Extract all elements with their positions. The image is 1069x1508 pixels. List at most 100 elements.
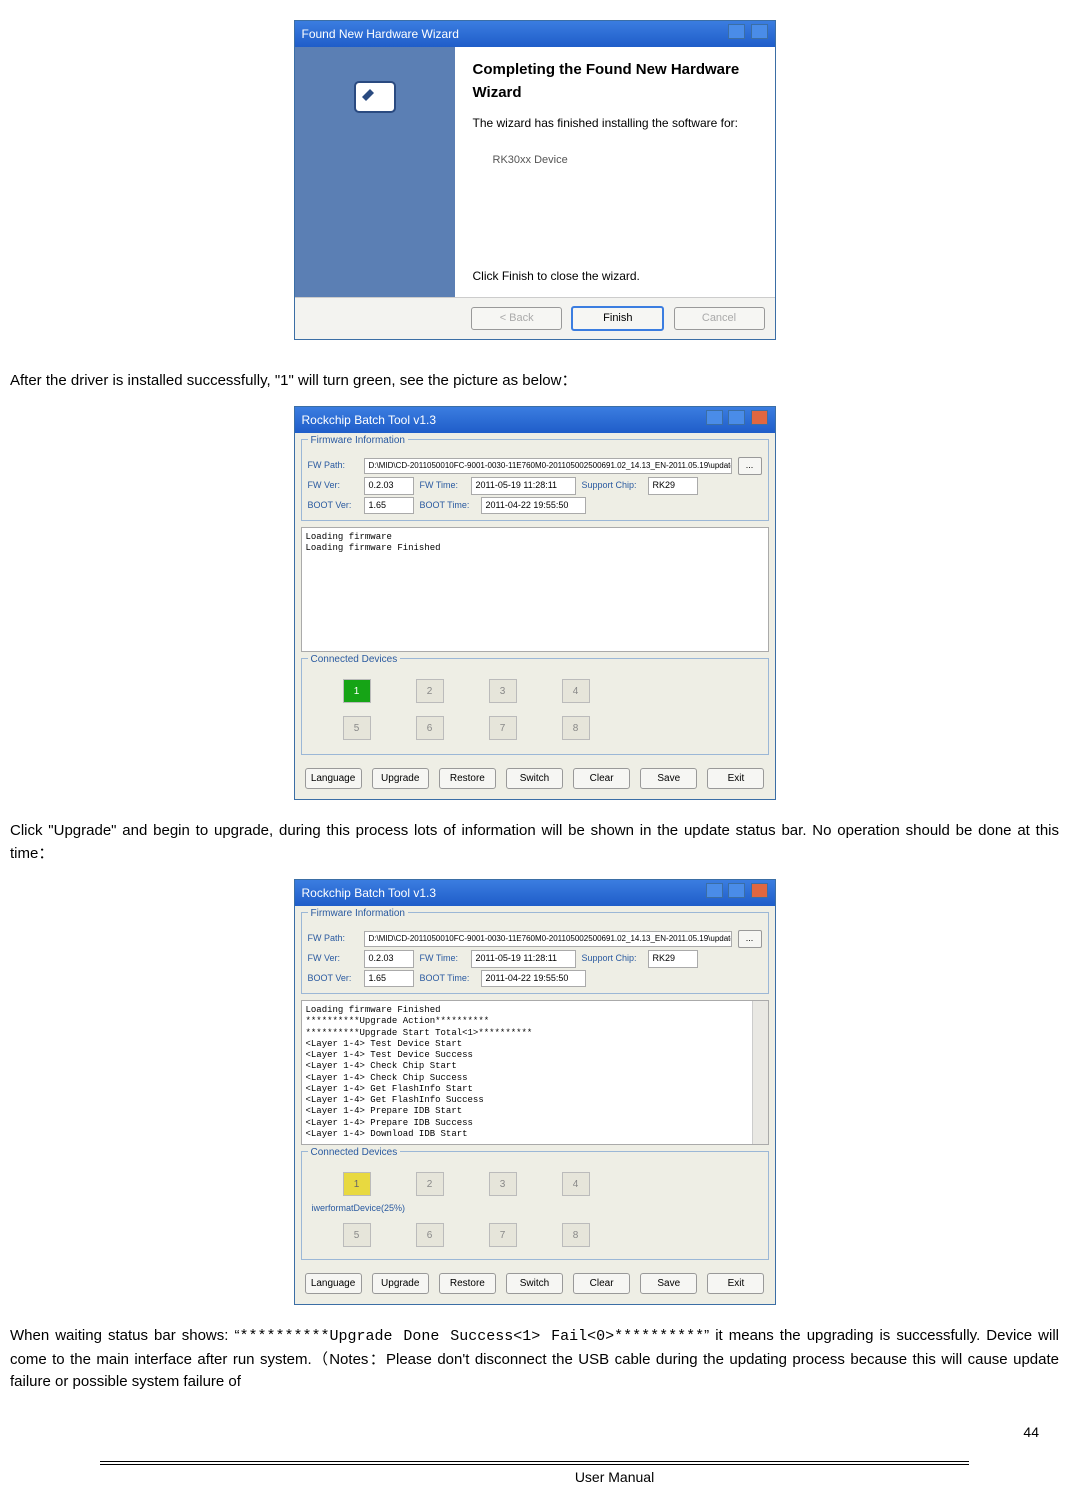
paragraph-3: When waiting status bar shows: *********… — [10, 1325, 1059, 1394]
fwver-value: 0.2.03 — [364, 950, 414, 968]
chip-label: Support Chip: — [582, 952, 642, 966]
switch-button: Switch — [506, 1273, 563, 1294]
help-icon — [728, 24, 745, 39]
back-button: < Back — [471, 307, 562, 330]
device-slot-3: 3 — [489, 679, 517, 703]
device-slot-2: 2 — [416, 679, 444, 703]
language-button: Language — [305, 1273, 362, 1294]
device-slot-7: 7 — [489, 1223, 517, 1247]
save-button: Save — [640, 1273, 697, 1294]
save-button: Save — [640, 768, 697, 789]
browse-button: ... — [738, 457, 762, 475]
wizard-heading: Completing the Found New Hardware Wizard — [473, 59, 757, 104]
rockchip-tool-screenshot-2: Rockchip Batch Tool v1.3 Firmware Inform… — [294, 879, 776, 1305]
paragraph-2: Click "Upgrade" and begin to upgrade, du… — [10, 820, 1059, 865]
found-new-hardware-wizard-screenshot: Found New Hardware Wizard Completing the… — [294, 20, 776, 340]
footer-label: User Manual — [190, 1467, 1039, 1488]
device-slot-4: 4 — [562, 679, 590, 703]
fwpath-value: D:\MID\CD-2011050010FC-9001-0030-11E760M… — [364, 458, 732, 474]
wizard-side-graphic — [295, 47, 455, 297]
device-icon — [350, 72, 400, 122]
bootver-label: BOOT Ver: — [308, 972, 358, 986]
connected-devices-group: Connected Devices 1 2 3 4 5 6 7 8 — [301, 658, 769, 755]
connected-devices-group: Connected Devices 1 2 3 4 iwerformatDevi… — [301, 1151, 769, 1260]
exit-button: Exit — [707, 1273, 764, 1294]
page-number: 44 — [1023, 1422, 1039, 1443]
maximize-icon — [728, 883, 745, 898]
scrollbar — [752, 1001, 768, 1144]
wizard-titlebar: Found New Hardware Wizard — [295, 21, 775, 47]
device-slot-6: 6 — [416, 716, 444, 740]
clear-button: Clear — [573, 1273, 630, 1294]
log-output: Loading firmware Finished **********Upgr… — [301, 1000, 769, 1145]
bootver-label: BOOT Ver: — [308, 499, 358, 513]
device-slot-8: 8 — [562, 716, 590, 740]
window-controls — [704, 883, 768, 903]
window-controls — [726, 24, 767, 44]
close-icon — [751, 24, 768, 39]
device-slot-1: 1 — [343, 679, 371, 703]
maximize-icon — [728, 410, 745, 425]
restore-button: Restore — [439, 768, 496, 789]
device-slot-5: 5 — [343, 716, 371, 740]
bootver-value: 1.65 — [364, 497, 414, 515]
window-controls — [704, 410, 768, 430]
browse-button: ... — [738, 930, 762, 948]
fwtime-label: FW Time: — [420, 952, 465, 966]
wizard-closeline: Click Finish to close the wizard. — [473, 267, 757, 285]
fwpath-label: FW Path: — [308, 932, 358, 946]
upgrade-done-string: **********Upgrade Done Success<1> Fail<0… — [234, 1328, 709, 1345]
rockchip-tool-screenshot-1: Rockchip Batch Tool v1.3 Firmware Inform… — [294, 406, 776, 800]
exit-button: Exit — [707, 768, 764, 789]
switch-button: Switch — [506, 768, 563, 789]
boottime-value: 2011-04-22 19:55:50 — [481, 497, 586, 515]
fwtime-value: 2011-05-19 11:28:11 — [471, 950, 576, 968]
device-slot-2: 2 — [416, 1172, 444, 1196]
device-slot-6: 6 — [416, 1223, 444, 1247]
boottime-label: BOOT Time: — [420, 499, 475, 513]
language-button: Language — [305, 768, 362, 789]
cancel-button: Cancel — [674, 307, 765, 330]
minimize-icon — [706, 883, 723, 898]
close-icon — [751, 410, 768, 425]
finish-button: Finish — [571, 306, 664, 331]
device-slot-4: 4 — [562, 1172, 590, 1196]
close-icon — [751, 883, 768, 898]
device-slot-1: 1 — [343, 1172, 371, 1196]
page-footer: 44 User Manual — [10, 1434, 1059, 1488]
tool2-title: Rockchip Batch Tool v1.3 — [302, 884, 437, 902]
fwpath-value: D:\MID\CD-2011050010FC-9001-0030-11E760M… — [364, 931, 732, 947]
device-slot-3: 3 — [489, 1172, 517, 1196]
fwver-value: 0.2.03 — [364, 477, 414, 495]
wizard-title: Found New Hardware Wizard — [302, 25, 459, 43]
paragraph-1: After the driver is installed successful… — [10, 370, 1059, 393]
log-output: Loading firmware Loading firmware Finish… — [301, 527, 769, 652]
wizard-subtext: The wizard has finished installing the s… — [473, 114, 757, 132]
tool1-titlebar: Rockchip Batch Tool v1.3 — [295, 407, 775, 433]
clear-button: Clear — [573, 768, 630, 789]
firmware-info-group: Firmware Information FW Path: D:\MID\CD-… — [301, 439, 769, 521]
tool1-title: Rockchip Batch Tool v1.3 — [302, 411, 437, 429]
chip-label: Support Chip: — [582, 479, 642, 493]
restore-button: Restore — [439, 1273, 496, 1294]
firmware-info-group: Firmware Information FW Path: D:\MID\CD-… — [301, 912, 769, 994]
wizard-device-name: RK30xx Device — [493, 152, 757, 169]
device-slot-7: 7 — [489, 716, 517, 740]
chip-value: RK29 — [648, 477, 698, 495]
tool2-titlebar: Rockchip Batch Tool v1.3 — [295, 880, 775, 906]
upgrade-button: Upgrade — [372, 1273, 429, 1294]
fwtime-label: FW Time: — [420, 479, 465, 493]
fwpath-label: FW Path: — [308, 459, 358, 473]
minimize-icon — [706, 410, 723, 425]
fwver-label: FW Ver: — [308, 952, 358, 966]
fwver-label: FW Ver: — [308, 479, 358, 493]
device-slot-5: 5 — [343, 1223, 371, 1247]
boottime-label: BOOT Time: — [420, 972, 475, 986]
bootver-value: 1.65 — [364, 970, 414, 988]
upgrade-button: Upgrade — [372, 768, 429, 789]
chip-value: RK29 — [648, 950, 698, 968]
boottime-value: 2011-04-22 19:55:50 — [481, 970, 586, 988]
fwtime-value: 2011-05-19 11:28:11 — [471, 477, 576, 495]
device-slot-8: 8 — [562, 1223, 590, 1247]
progress-overlay-text: iwerformatDevice(25%) — [312, 1202, 406, 1216]
